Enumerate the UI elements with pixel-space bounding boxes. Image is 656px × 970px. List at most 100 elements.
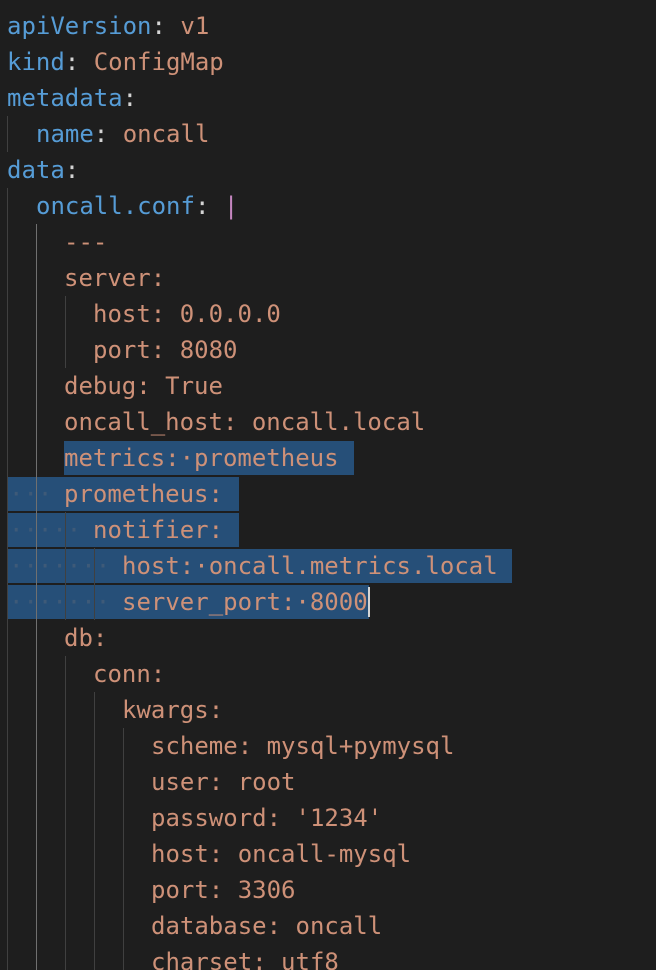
indent-guide — [7, 836, 8, 872]
code-line[interactable]: password: '1234' — [0, 800, 656, 836]
block-text: host: 0.0.0.0 — [93, 300, 281, 328]
indent-guide — [7, 620, 8, 656]
code-line[interactable]: server: — [0, 260, 656, 296]
code-line-selected[interactable]: metrics:·prometheus — [0, 440, 656, 476]
block-text: conn: — [93, 660, 166, 688]
code-line[interactable]: name: oncall — [0, 116, 656, 152]
code-line[interactable]: charset: utf8 — [0, 944, 656, 970]
block-text: server_port:·8000 — [122, 588, 368, 616]
indent-guide — [36, 620, 37, 656]
indent-guide — [7, 296, 8, 332]
code-line[interactable]: oncall_host: oncall.local — [0, 404, 656, 440]
yaml-document-start: --- — [64, 228, 108, 256]
indent-guide — [36, 764, 37, 800]
yaml-separator: : — [93, 120, 109, 148]
indent-guide — [65, 800, 66, 836]
code-line[interactable]: kind: ConfigMap — [0, 44, 656, 80]
whitespace-marker: ······· — [9, 588, 111, 616]
indent-guide — [94, 944, 95, 970]
indent-guide — [36, 692, 37, 728]
indent-guide — [94, 908, 95, 944]
indent-guide — [7, 800, 8, 836]
block-text: host: oncall-mysql — [151, 840, 412, 868]
indent-guide — [7, 548, 8, 584]
code-line[interactable]: debug: True — [0, 368, 656, 404]
indent-guide — [65, 296, 66, 332]
code-line[interactable]: host: 0.0.0.0 — [0, 296, 656, 332]
indent-guide — [123, 800, 124, 836]
indent-guide — [7, 332, 8, 368]
text-cursor — [368, 587, 370, 617]
code-line[interactable]: conn: — [0, 656, 656, 692]
block-text: database: oncall — [151, 912, 383, 940]
block-text: oncall_host: oncall.local — [64, 408, 426, 436]
block-text: scheme: mysql+pymysql — [151, 732, 455, 760]
code-line[interactable]: host: oncall-mysql — [0, 836, 656, 872]
indent-guide — [7, 512, 8, 548]
code-editor[interactable]: apiVersion: v1 kind: ConfigMap metadata:… — [0, 0, 656, 970]
indent-guide — [123, 728, 124, 764]
yaml-separator: : — [122, 84, 138, 112]
block-text: kwargs: — [122, 696, 224, 724]
code-line-selected[interactable]: ······· host:·oncall.metrics.local — [0, 548, 656, 584]
code-line[interactable]: apiVersion: v1 — [0, 8, 656, 44]
code-line[interactable]: data: — [0, 152, 656, 188]
code-line[interactable]: db: — [0, 620, 656, 656]
block-text: charset: utf8 — [151, 948, 339, 970]
block-text: server: — [64, 264, 166, 292]
yaml-key: apiVersion — [7, 12, 152, 40]
code-line[interactable]: kwargs: — [0, 692, 656, 728]
code-line[interactable]: --- — [0, 224, 656, 260]
block-text: prometheus: — [64, 480, 223, 508]
code-line-selected[interactable]: ··· prometheus: — [0, 476, 656, 512]
indent-guide — [7, 368, 8, 404]
yaml-key: oncall.conf — [36, 192, 195, 220]
code-line[interactable]: metadata: — [0, 80, 656, 116]
indent-guide — [36, 296, 37, 332]
indent-guide — [7, 404, 8, 440]
indent-guide — [7, 584, 8, 620]
indent-guide — [36, 908, 37, 944]
whitespace-marker: ··· — [9, 480, 53, 508]
indent-guide — [36, 872, 37, 908]
indent-guide — [7, 440, 8, 476]
block-text: debug: True — [64, 372, 223, 400]
block-text: metrics:·prometheus — [64, 444, 339, 472]
indent-guide — [94, 872, 95, 908]
block-text: notifier: — [93, 516, 224, 544]
indent-guide — [7, 872, 8, 908]
code-line[interactable]: database: oncall — [0, 908, 656, 944]
indent-guide — [7, 944, 8, 970]
code-line[interactable]: oncall.conf: | — [0, 188, 656, 224]
indent-guide — [36, 404, 37, 440]
block-text: user: root — [151, 768, 296, 796]
indent-guide — [65, 944, 66, 970]
indent-guide — [7, 908, 8, 944]
yaml-value: oncall — [122, 120, 210, 148]
indent-guide — [36, 332, 37, 368]
indent-guide — [7, 188, 8, 224]
block-text: db: — [64, 624, 108, 652]
block-scalar-indicator: | — [223, 192, 239, 220]
block-text: port: 8080 — [93, 336, 238, 364]
code-line[interactable]: port: 8080 — [0, 332, 656, 368]
code-line-selected[interactable]: ····· notifier: — [0, 512, 656, 548]
indent-guide — [36, 368, 37, 404]
code-line[interactable]: port: 3306 — [0, 872, 656, 908]
indent-guide — [36, 728, 37, 764]
yaml-key: data — [7, 156, 65, 184]
code-line[interactable]: scheme: mysql+pymysql — [0, 728, 656, 764]
indent-guide — [65, 332, 66, 368]
indent-guide — [123, 944, 124, 970]
yaml-separator: : — [194, 192, 210, 220]
yaml-key: kind — [7, 48, 65, 76]
indent-guide — [7, 260, 8, 296]
indent-guide — [65, 692, 66, 728]
indent-guide — [123, 836, 124, 872]
indent-guide — [123, 872, 124, 908]
indent-guide — [94, 728, 95, 764]
code-line-selected[interactable]: ······· server_port:·8000 — [0, 584, 656, 620]
code-line[interactable]: user: root — [0, 764, 656, 800]
indent-guide — [123, 908, 124, 944]
indent-guide — [65, 872, 66, 908]
